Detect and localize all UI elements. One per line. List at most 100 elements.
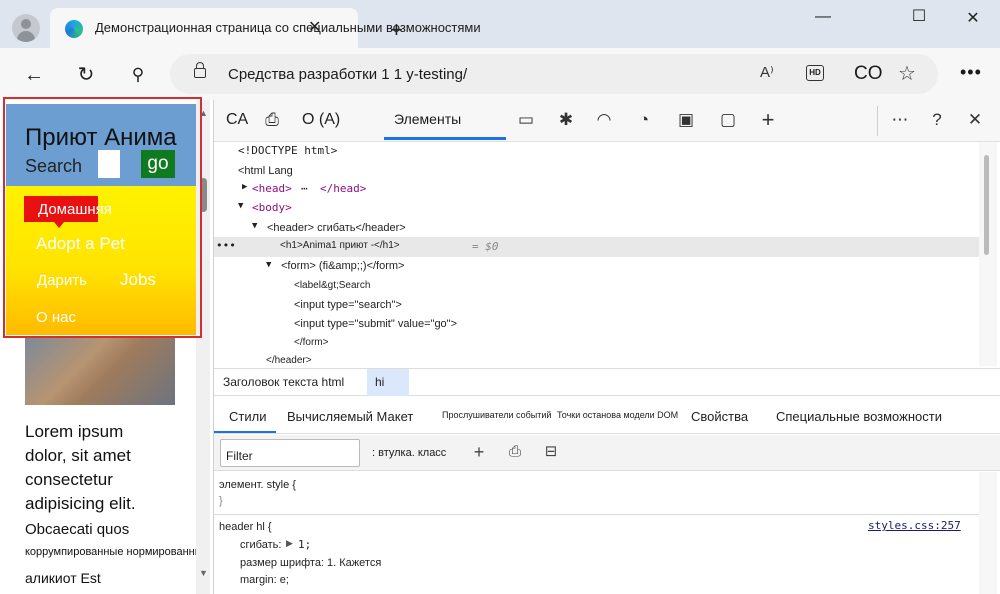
- sources-bug-icon[interactable]: ✱: [554, 108, 578, 132]
- help-icon[interactable]: ?: [925, 108, 949, 132]
- dom-scroll-thumb[interactable]: [984, 155, 989, 255]
- new-tab-icon[interactable]: +: [390, 19, 403, 41]
- dom-input-search[interactable]: <input type="search">: [294, 299, 402, 311]
- lock-icon[interactable]: [194, 62, 206, 78]
- edge-favicon-icon: [65, 20, 83, 38]
- breadcrumb-item-hi[interactable]: hi: [375, 375, 384, 389]
- application-icon[interactable]: ▢: [716, 108, 740, 132]
- collapse-header-icon[interactable]: ▼: [252, 221, 257, 231]
- rule-divider: [214, 514, 979, 515]
- row-ellipsis-icon[interactable]: •••: [216, 239, 236, 252]
- performance-gauge-icon[interactable]: ◔: [632, 108, 656, 132]
- tab-accessibility[interactable]: Специальные возможности: [776, 409, 942, 424]
- collapse-form-icon[interactable]: ▼: [266, 260, 271, 270]
- tab-styles[interactable]: Стили: [229, 409, 266, 424]
- scroll-down-arrow-icon[interactable]: ▼: [199, 568, 208, 578]
- more-menu-icon[interactable]: •••: [960, 62, 982, 83]
- dom-head-close[interactable]: </head>: [320, 182, 366, 195]
- dom-body[interactable]: <body>: [252, 201, 292, 214]
- rule-prop-font-size[interactable]: размер шрифта: 1. Кажется: [240, 557, 381, 569]
- address-url[interactable]: Средства разработки 1 1 y-testing/: [228, 66, 467, 83]
- rule-prop-flex-value[interactable]: 1;: [298, 538, 311, 551]
- minimize-icon[interactable]: —: [808, 8, 838, 32]
- dom-h1-ref: = $0: [472, 240, 499, 253]
- hov-cls-toggle[interactable]: : втулка. класс: [372, 447, 446, 459]
- browser-tab[interactable]: Демонстрационная страница со специальным…: [50, 8, 481, 48]
- console-icon[interactable]: ▭: [514, 108, 538, 132]
- rule-prop-flex[interactable]: сгибать:: [240, 539, 281, 551]
- dom-form[interactable]: <form> (fi&amp;;)</form>: [281, 260, 404, 272]
- dom-form-close[interactable]: </form>: [294, 337, 328, 348]
- alik-text: аликиот Est: [25, 570, 101, 586]
- korr-text: коррумпированные нормированные: [25, 546, 209, 558]
- obcaecati-text: Obcaecati quos: [25, 521, 130, 538]
- expand-head-icon[interactable]: ▶: [242, 182, 247, 192]
- lorem-paragraph: Lorem ipsum dolor, sit amet consectetur …: [25, 420, 195, 516]
- hd-icon[interactable]: HD: [806, 65, 824, 81]
- breadcrumb-item[interactable]: Заголовок текста html: [223, 375, 344, 389]
- rule-selector[interactable]: header hl {: [219, 521, 272, 533]
- cat-photo: [25, 338, 175, 405]
- collapse-body-icon[interactable]: ▼: [238, 201, 243, 211]
- back-icon[interactable]: ←: [21, 62, 47, 88]
- close-window-icon[interactable]: ✕: [958, 8, 988, 32]
- favorite-star-icon[interactable]: ☆: [898, 61, 916, 86]
- browser-toolbar: ← ↻ ⚲ Средства разработки 1 1 y-testing/…: [0, 48, 1000, 100]
- dom-label[interactable]: <label&gt;Search: [294, 280, 370, 291]
- refresh-icon[interactable]: ↻: [73, 62, 99, 88]
- breadcrumb: Заголовок текста html hi: [214, 368, 1000, 396]
- devtools-more-icon[interactable]: ⋯: [888, 108, 912, 132]
- devtools-toolbar: CA ⎙ O (A) Элементы ▭ ✱ ◠ ◔ ▣ ▢ + ⋯ ? ✕: [214, 100, 1000, 142]
- tab-close-icon[interactable]: ✕: [308, 17, 321, 37]
- dom-header-close[interactable]: </header>: [266, 355, 312, 366]
- maximize-icon[interactable]: ☐: [904, 6, 934, 30]
- search-icon[interactable]: ⚲: [125, 62, 151, 88]
- tab-dom-breakpoints[interactable]: Точки останова модели DOM: [557, 410, 678, 420]
- address-bar[interactable]: Средства разработки 1 1 y-testing/ A⁾ HD…: [170, 54, 938, 94]
- devtools-panel: CA ⎙ O (A) Элементы ▭ ✱ ◠ ◔ ▣ ▢ + ⋯ ? ✕ …: [213, 100, 1000, 594]
- lorem-line: consectetur: [25, 470, 113, 489]
- filter-input[interactable]: Filter: [220, 439, 360, 467]
- o-a-label[interactable]: O (A): [302, 111, 340, 129]
- paint-brush-icon[interactable]: ⎙: [504, 441, 526, 463]
- element-style-close: }: [219, 495, 223, 507]
- styles-scrollbar[interactable]: [979, 472, 997, 594]
- dom-tree: <!DOCTYPE html> <html Lang ▶ <head> ⋯ </…: [214, 142, 1000, 366]
- styles-filter-bar: Filter : втулка. класс + ⎙ ⊟: [214, 435, 1000, 471]
- dom-head[interactable]: <head>: [252, 182, 292, 195]
- new-style-rule-plus-icon[interactable]: +: [468, 441, 490, 463]
- devtools-close-icon[interactable]: ✕: [963, 108, 987, 132]
- ca-label[interactable]: CA: [226, 111, 248, 129]
- tab-elements[interactable]: Элементы: [384, 104, 506, 140]
- lorem-line: Lorem ipsum: [25, 422, 124, 441]
- network-wifi-icon[interactable]: ◠: [592, 108, 616, 132]
- dom-h1[interactable]: <h1>Anima1 приют -</h1>: [280, 240, 400, 251]
- profile-avatar[interactable]: [12, 14, 40, 42]
- styles-rules: элемент. style { } header hl { styles.cs…: [214, 472, 1000, 594]
- rule-prop-margin[interactable]: margin: е;: [240, 574, 289, 586]
- prop-expand-icon[interactable]: ▶: [286, 538, 293, 549]
- tab-computed[interactable]: Вычисляемый Макет: [287, 409, 413, 424]
- title-bar: Демонстрационная страница со специальным…: [0, 0, 1000, 48]
- element-style-selector[interactable]: элемент. style {: [219, 479, 296, 491]
- tab-event-listeners[interactable]: Прослушиватели событий: [442, 410, 551, 420]
- dom-header[interactable]: <header> сгибать</header>: [267, 222, 406, 234]
- toggle-sidebar-icon[interactable]: ⊟: [540, 441, 562, 463]
- dom-input-submit[interactable]: <input type="submit" value="go">: [294, 318, 457, 330]
- styles-css-link[interactable]: styles.css:257: [868, 519, 961, 532]
- more-tools-plus-icon[interactable]: +: [756, 108, 780, 132]
- dom-html[interactable]: <html Lang: [238, 165, 293, 177]
- memory-chip-icon[interactable]: ▣: [674, 108, 698, 132]
- toolbar-divider: [877, 106, 878, 136]
- tab-properties[interactable]: Свойства: [691, 409, 748, 424]
- co-label[interactable]: CO: [854, 63, 883, 85]
- elements-tab-label[interactable]: Элементы: [394, 111, 461, 127]
- breadcrumb-highlight: [367, 369, 409, 396]
- highlight-outline: [3, 97, 202, 338]
- ellipsis-icon[interactable]: ⋯: [301, 182, 308, 195]
- dom-doctype[interactable]: <!DOCTYPE html>: [238, 144, 337, 157]
- read-aloud-icon[interactable]: A⁾: [760, 63, 774, 81]
- device-emulation-icon[interactable]: ⎙: [260, 108, 284, 132]
- styles-pane-tabs: Стили Вычисляемый Макет Прослушиватели с…: [214, 398, 1000, 434]
- lorem-line: dolor, sit amet: [25, 446, 131, 465]
